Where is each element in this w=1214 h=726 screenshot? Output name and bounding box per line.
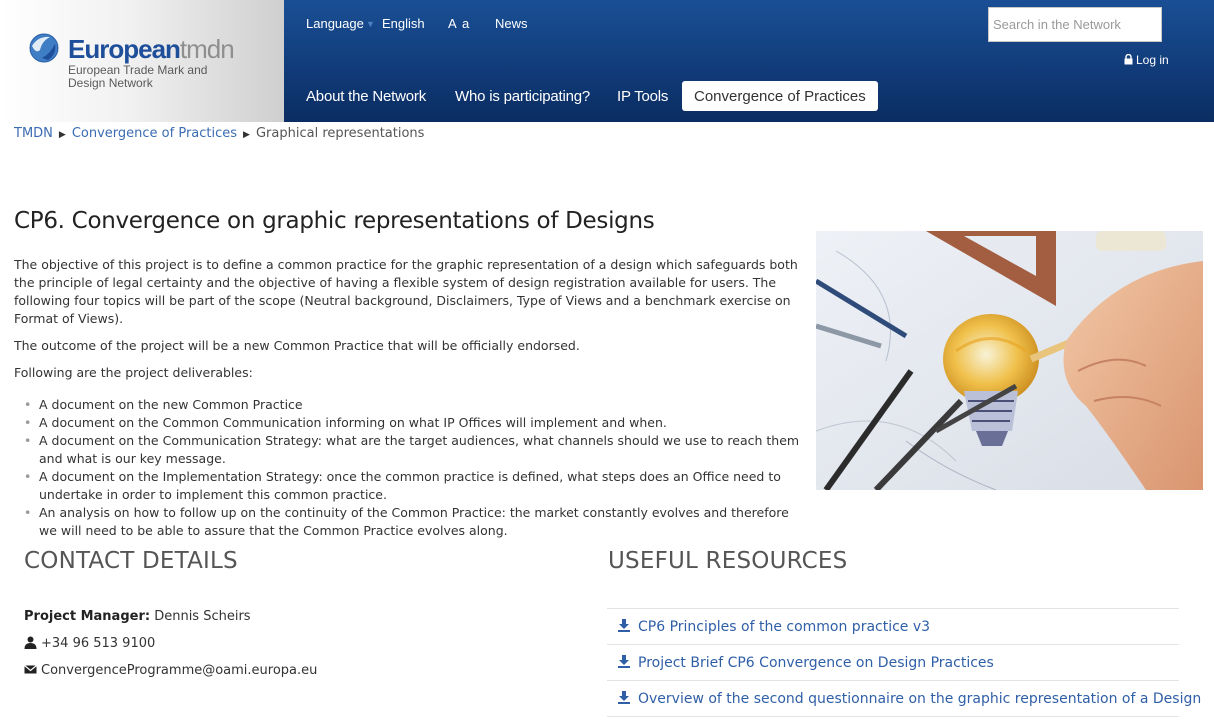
download-icon (618, 619, 630, 632)
login-link[interactable]: Log in (1124, 53, 1169, 67)
resource-link-label: CP6 Principles of the common practice v3 (638, 619, 931, 635)
email-address[interactable]: ConvergenceProgramme@oami.europa.eu (41, 663, 317, 678)
resources-divider (607, 716, 1179, 717)
logo-wordmark: Europeantmdn (68, 34, 235, 64)
nav-about-the-network[interactable]: About the Network (306, 88, 426, 105)
envelope-icon (24, 665, 37, 674)
email-row: ConvergenceProgramme@oami.europa.eu (24, 663, 317, 678)
page-title: CP6. Convergence on graphic representati… (14, 208, 655, 234)
language-value[interactable]: English (382, 16, 425, 31)
list-item: A document on the Implementation Strateg… (24, 468, 804, 504)
project-manager-row: Project Manager: Dennis Scheirs (24, 609, 251, 624)
font-size-large-button[interactable]: A (448, 16, 457, 31)
article-paragraph: The outcome of the project will be a new… (14, 338, 580, 353)
article-paragraph: The objective of this project is to defi… (14, 257, 798, 326)
language-dropdown-icon[interactable]: ▼ (366, 19, 375, 29)
list-item: A document on the Common Communication i… (24, 414, 804, 432)
article-body: The objective of this project is to defi… (14, 256, 804, 540)
site-header: Europeantmdn European Trade Mark and Des… (0, 0, 1214, 122)
breadcrumb-root-link[interactable]: TMDN (14, 126, 53, 141)
resource-link[interactable]: Overview of the second questionnaire on … (607, 680, 1201, 716)
project-manager-name: Dennis Scheirs (154, 609, 251, 624)
phone-number: +34 96 513 9100 (41, 636, 156, 651)
list-item: A document on the new Common Practice (24, 396, 804, 414)
breadcrumb-current: Graphical representations (255, 126, 425, 141)
logo-subtitle: European Trade Mark and Design Network (68, 63, 208, 90)
resource-link-label: Overview of the second questionnaire on … (638, 691, 1202, 707)
nav-who-is-participating[interactable]: Who is participating? (455, 88, 590, 105)
resource-link[interactable]: CP6 Principles of the common practice v3 (607, 608, 1179, 644)
font-size-small-button[interactable]: a (462, 16, 469, 31)
lightbulb-sketch-illustration (816, 231, 1203, 490)
list-item: An analysis on how to follow up on the c… (24, 504, 804, 540)
login-label: Log in (1136, 53, 1169, 67)
breadcrumb-separator-icon: ▶ (243, 130, 250, 140)
article-paragraph: Following are the project deliverables: (14, 365, 253, 380)
logo-area: Europeantmdn European Trade Mark and Des… (0, 0, 284, 122)
lock-icon (1124, 54, 1133, 65)
breadcrumb: TMDN ▶ Convergence of Practices ▶ Graphical … (14, 126, 424, 141)
list-item: A document on the Communication Strategy… (24, 432, 804, 468)
project-manager-label: Project Manager: (24, 609, 151, 624)
download-icon (618, 691, 630, 704)
breadcrumb-parent-link[interactable]: Convergence of Practices (72, 126, 237, 141)
search-box[interactable] (988, 7, 1162, 42)
globe-logo-icon (29, 33, 59, 63)
search-input[interactable] (993, 17, 1157, 32)
useful-resources-heading: USEFUL RESOURCES (608, 548, 848, 574)
download-icon (618, 655, 630, 668)
language-label[interactable]: Language (306, 16, 364, 31)
nav-ip-tools[interactable]: IP Tools (617, 88, 668, 105)
resource-link-label: Project Brief CP6 Convergence on Design … (638, 655, 994, 671)
news-link[interactable]: News (495, 16, 528, 31)
user-icon (24, 636, 37, 649)
phone-row: +34 96 513 9100 (24, 636, 155, 651)
breadcrumb-separator-icon: ▶ (58, 130, 66, 140)
resource-link[interactable]: Project Brief CP6 Convergence on Design … (607, 644, 1179, 680)
nav-convergence-of-practices[interactable]: Convergence of Practices (682, 81, 878, 111)
deliverables-list: A document on the new Common Practice A … (14, 396, 804, 540)
contact-details-heading: CONTACT DETAILS (24, 548, 238, 574)
